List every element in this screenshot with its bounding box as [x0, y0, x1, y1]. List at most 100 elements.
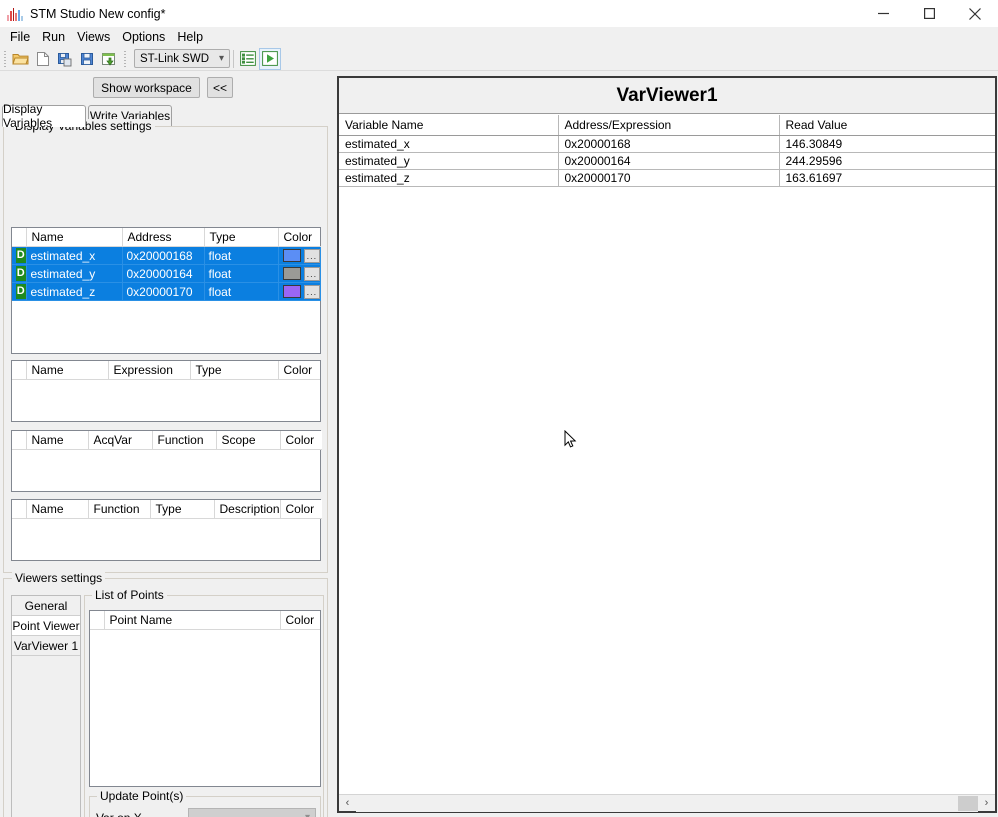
- row-address-cell[interactable]: 0x20000170: [122, 282, 205, 301]
- acquisition-table[interactable]: Name AcqVar Function Scope Color: [11, 430, 322, 492]
- cell-read-value: 244.29596: [779, 152, 995, 170]
- col-description[interactable]: Description: [214, 500, 281, 519]
- row-address-cell[interactable]: 0x20000164: [122, 264, 205, 283]
- varviewer-title: VarViewer1: [339, 78, 995, 114]
- col-type[interactable]: Type: [190, 361, 279, 380]
- col-flag[interactable]: [12, 361, 27, 380]
- toolbar-grip[interactable]: [2, 48, 8, 69]
- save-icon[interactable]: [76, 48, 98, 70]
- new-file-icon[interactable]: [32, 48, 54, 70]
- menu-item-views[interactable]: Views: [71, 28, 116, 46]
- row-name-cell[interactable]: estimated_z: [26, 282, 123, 301]
- varviewer-horizontal-scrollbar[interactable]: ‹ ›: [339, 794, 995, 812]
- col-name[interactable]: Name: [26, 228, 123, 247]
- row-type-cell[interactable]: float: [204, 282, 279, 301]
- row-name-cell[interactable]: estimated_y: [26, 264, 123, 283]
- col-read-value[interactable]: Read Value: [779, 115, 995, 136]
- save-all-icon[interactable]: [54, 48, 76, 70]
- cell-variable-name: estimated_y: [339, 152, 559, 170]
- chart-bars-icon: [7, 7, 23, 21]
- row-name-cell[interactable]: estimated_x: [26, 246, 123, 265]
- row-flag-cell: D: [12, 264, 27, 283]
- color-swatch[interactable]: [282, 285, 302, 298]
- color-picker-button[interactable]: ...: [304, 248, 319, 263]
- row-color-cell: ...: [278, 282, 321, 301]
- col-color[interactable]: Color: [280, 500, 322, 519]
- col-expression[interactable]: Expression: [108, 361, 191, 380]
- minimize-button[interactable]: [860, 0, 906, 27]
- col-acqvar[interactable]: AcqVar: [88, 431, 153, 450]
- color-picker-button[interactable]: ...: [304, 266, 319, 281]
- scrollbar-track[interactable]: [356, 794, 978, 812]
- table-row[interactable]: estimated_x 0x20000168 146.30849: [339, 135, 995, 153]
- scrollbar-thumb[interactable]: [958, 795, 978, 811]
- menu-item-file[interactable]: File: [4, 28, 36, 46]
- row-address-cell[interactable]: 0x20000168: [122, 246, 205, 265]
- menu-item-run[interactable]: Run: [36, 28, 71, 46]
- toolbar-grip-2[interactable]: [122, 48, 128, 69]
- table-row[interactable]: D estimated_x 0x20000168 float ...: [12, 246, 321, 265]
- col-flag[interactable]: [12, 431, 27, 450]
- col-color[interactable]: Color: [280, 611, 320, 630]
- viewer-tab-varviewer1[interactable]: VarViewer 1: [12, 636, 80, 656]
- open-folder-icon[interactable]: [10, 48, 32, 70]
- scroll-left-arrow-icon[interactable]: ‹: [339, 795, 356, 812]
- tab-display-variables[interactable]: Display Variables: [2, 102, 86, 130]
- row-color-cell: ...: [278, 246, 321, 265]
- run-icon[interactable]: [259, 47, 281, 70]
- col-name[interactable]: Name: [26, 361, 109, 380]
- table-row[interactable]: estimated_z 0x20000170 163.61697: [339, 169, 995, 187]
- col-address[interactable]: Address: [122, 228, 205, 247]
- col-color[interactable]: Color: [278, 228, 320, 247]
- import-icon[interactable]: [98, 48, 120, 70]
- varviewer-table[interactable]: Variable Name Address/Expression Read Va…: [339, 115, 995, 187]
- scroll-right-arrow-icon[interactable]: ›: [978, 795, 995, 812]
- table-row[interactable]: D estimated_y 0x20000164 float ...: [12, 264, 321, 283]
- col-name[interactable]: Name: [26, 431, 89, 450]
- col-scope[interactable]: Scope: [216, 431, 281, 450]
- menu-item-options[interactable]: Options: [116, 28, 171, 46]
- functions-table[interactable]: Name Function Type Description Color: [11, 499, 322, 561]
- list-of-points-legend: List of Points: [92, 588, 167, 602]
- col-color[interactable]: Color: [280, 431, 322, 450]
- col-point-name[interactable]: Point Name: [104, 611, 281, 630]
- col-flag[interactable]: [90, 611, 105, 630]
- col-variable-name[interactable]: Variable Name: [339, 115, 559, 136]
- points-table[interactable]: Point Name Color: [89, 610, 321, 787]
- table-row[interactable]: estimated_y 0x20000164 244.29596: [339, 152, 995, 170]
- color-swatch[interactable]: [282, 249, 302, 262]
- chevron-down-icon: ▾: [218, 53, 224, 64]
- col-color[interactable]: Color: [278, 361, 320, 380]
- color-swatch[interactable]: [282, 267, 302, 280]
- maximize-button[interactable]: [906, 0, 952, 27]
- row-flag-cell: D: [12, 282, 27, 301]
- cell-read-value: 163.61697: [779, 169, 995, 187]
- col-function[interactable]: Function: [152, 431, 217, 450]
- row-type-cell[interactable]: float: [204, 246, 279, 265]
- col-type[interactable]: Type: [150, 500, 215, 519]
- cell-variable-name: estimated_z: [339, 169, 559, 187]
- col-address-expression[interactable]: Address/Expression: [558, 115, 780, 136]
- menu-item-help[interactable]: Help: [171, 28, 209, 46]
- var-on-x-select[interactable]: ▾: [188, 808, 316, 817]
- expressions-table[interactable]: Name Expression Type Color: [11, 360, 321, 422]
- col-flag[interactable]: [12, 500, 27, 519]
- varviewer-panel: VarViewer1 Variable Name Address/Express…: [337, 76, 997, 813]
- col-flag[interactable]: [12, 228, 27, 247]
- col-type[interactable]: Type: [204, 228, 279, 247]
- connection-select[interactable]: ST-Link SWD ▾: [134, 49, 230, 68]
- close-button[interactable]: [952, 0, 998, 27]
- viewer-tab-point-viewer[interactable]: Point Viewer: [12, 616, 80, 636]
- col-name[interactable]: Name: [26, 500, 89, 519]
- color-picker-button[interactable]: ...: [304, 284, 319, 299]
- col-function[interactable]: Function: [88, 500, 151, 519]
- viewer-tab-general[interactable]: General: [12, 596, 80, 616]
- table-row[interactable]: D estimated_z 0x20000170 float ...: [12, 282, 321, 301]
- row-color-cell: ...: [278, 264, 321, 283]
- display-variables-table[interactable]: Name Address Type Color D estimated_x 0x…: [11, 227, 321, 354]
- update-points-legend: Update Point(s): [97, 789, 187, 803]
- collapse-panel-button[interactable]: <<: [207, 77, 233, 98]
- variable-list-icon[interactable]: [237, 48, 259, 70]
- show-workspace-button[interactable]: Show workspace: [93, 77, 200, 98]
- row-type-cell[interactable]: float: [204, 264, 279, 283]
